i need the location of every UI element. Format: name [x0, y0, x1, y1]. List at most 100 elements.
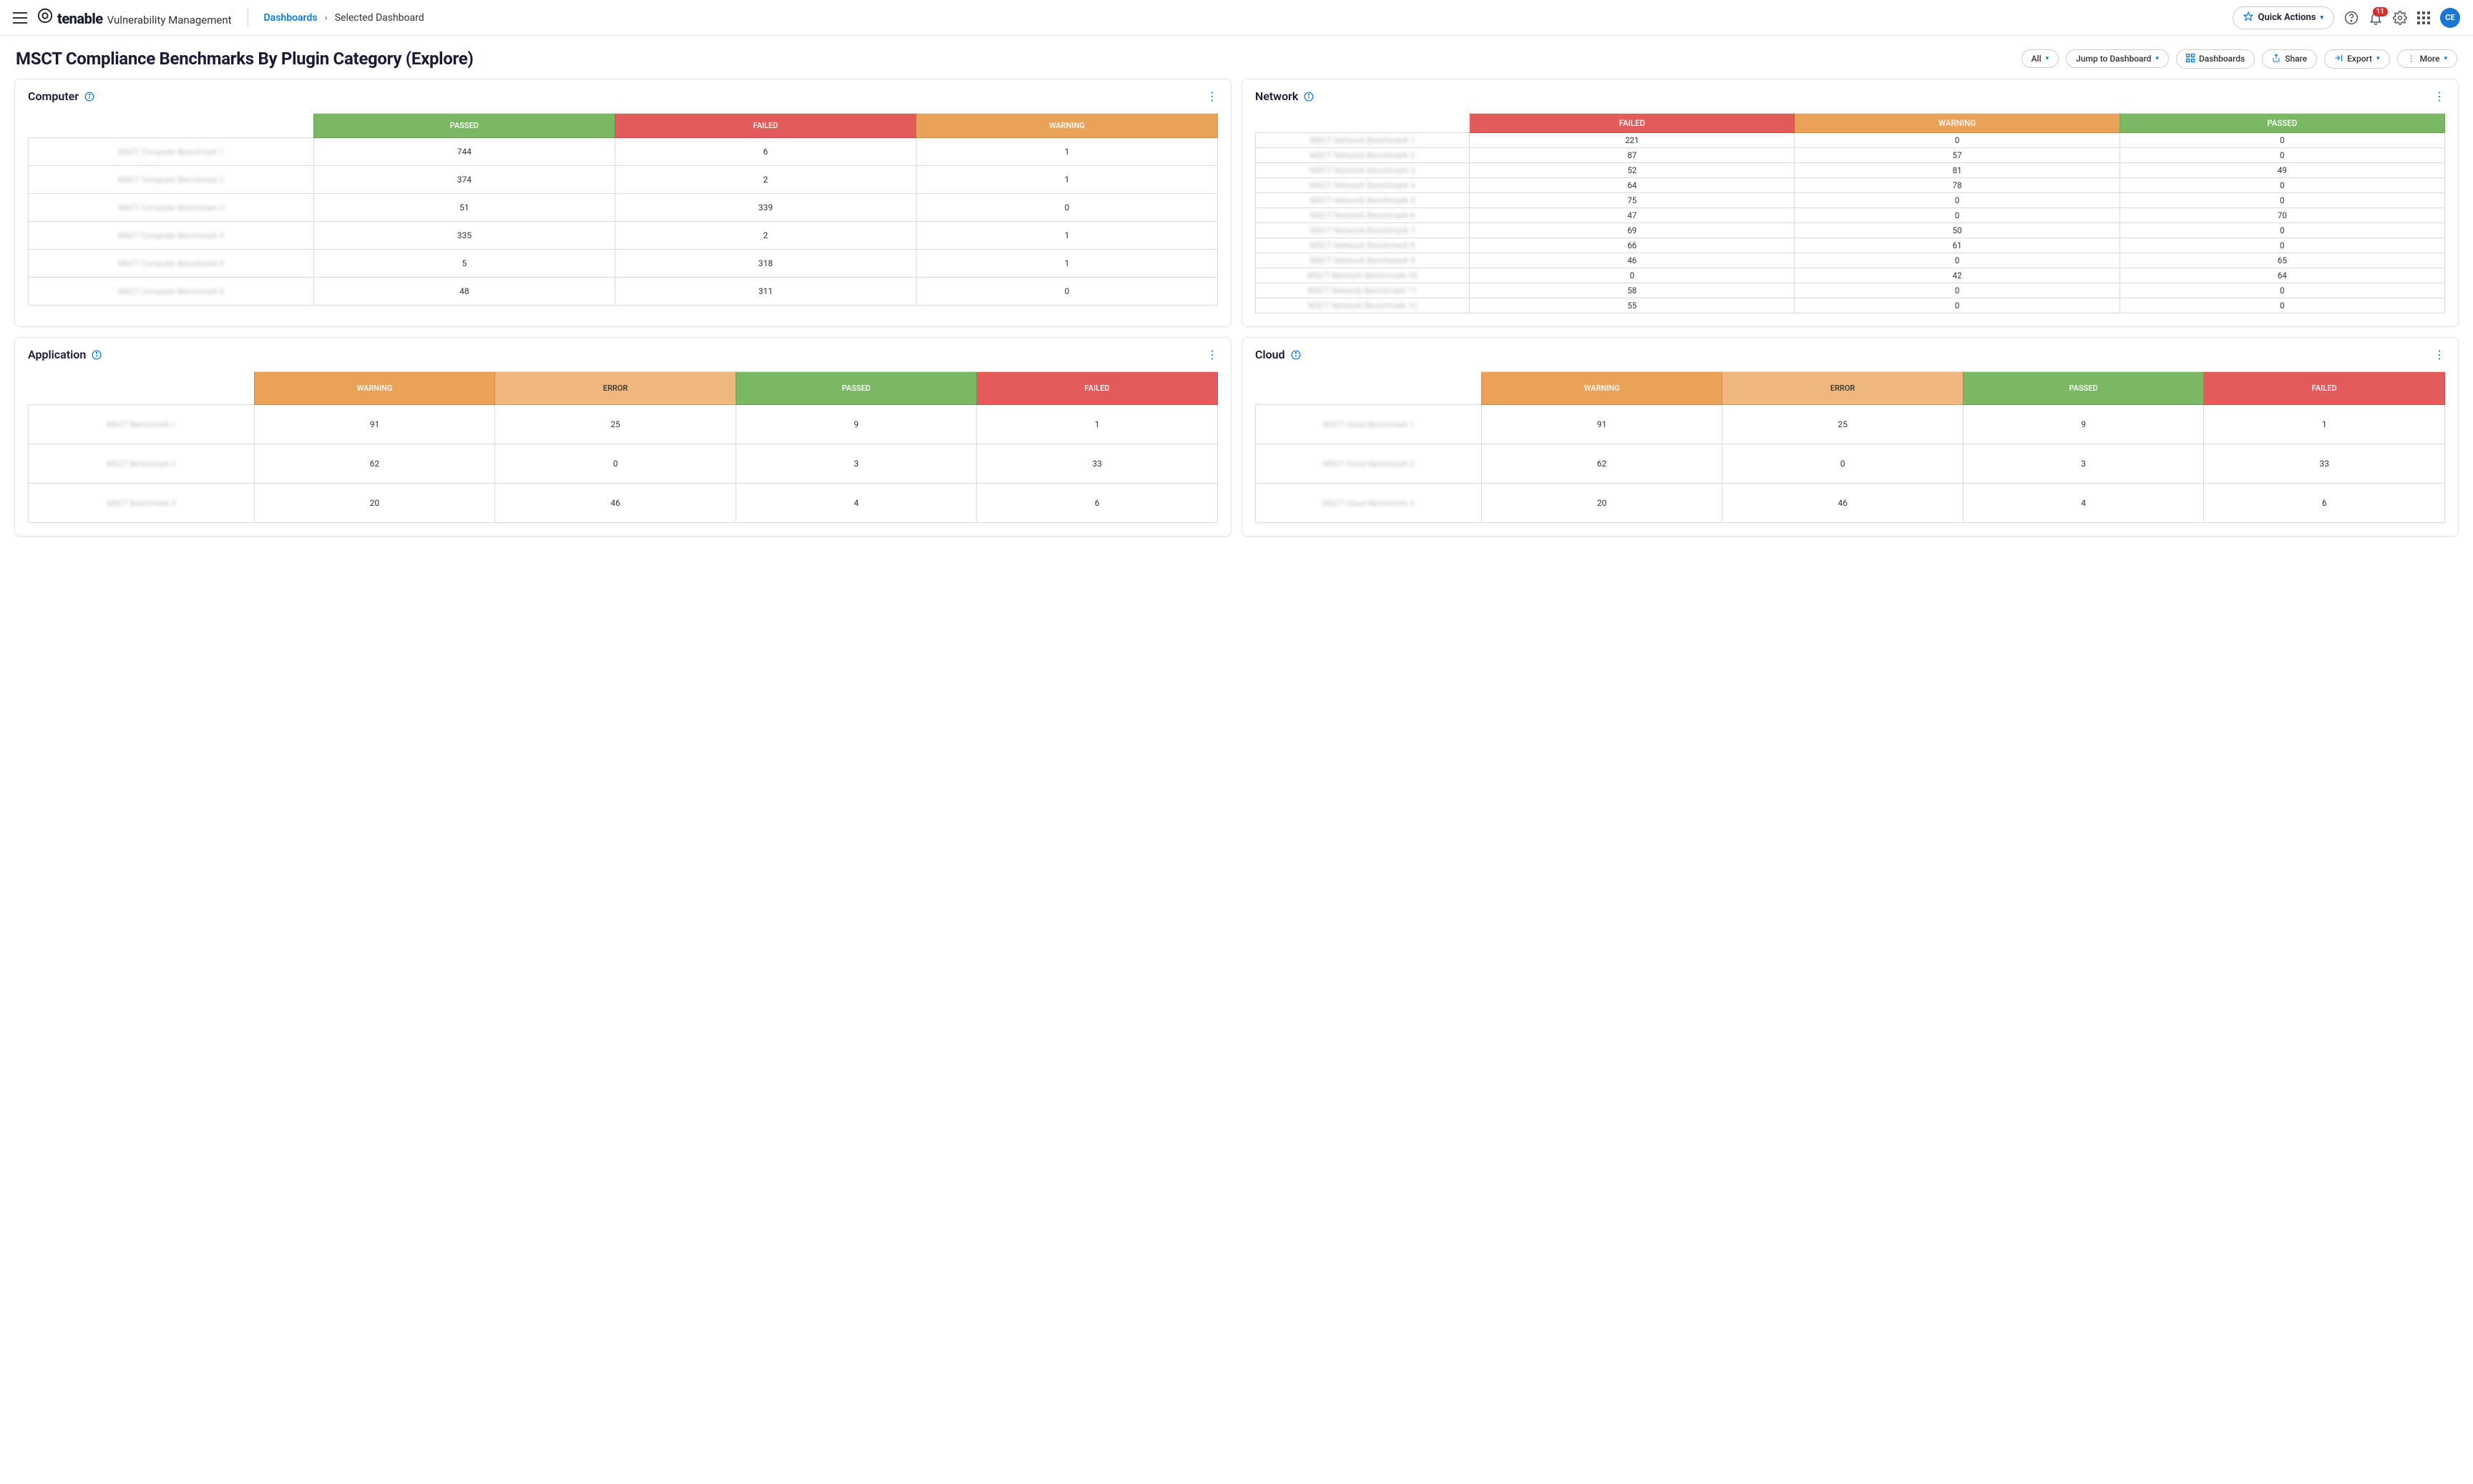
table-row: MSCT Cloud Benchmark 1912591	[1256, 405, 2445, 444]
widget-title: Application	[28, 348, 86, 361]
cell-failed: 33	[2204, 444, 2445, 484]
cell-failed: 318	[615, 250, 916, 278]
cell-passed: 48	[313, 278, 615, 306]
widgets-grid: Computer ⋮ PASSED FAILED WARNING MSCT Co…	[0, 79, 2473, 551]
application-table: WARNING ERROR PASSED FAILED MSCT Benchma…	[28, 371, 1218, 523]
row-label: MSCT Network Benchmark 8	[1256, 238, 1470, 253]
chevron-down-icon: ▾	[2320, 14, 2323, 21]
cell-passed: 49	[2120, 163, 2444, 178]
row-label: MSCT Cloud Benchmark 1	[1256, 405, 1482, 444]
cell-passed: 64	[2120, 268, 2444, 283]
settings-icon[interactable]	[2393, 11, 2407, 25]
cell-failed: 1	[977, 405, 1218, 444]
export-button[interactable]: Export ▾	[2324, 49, 2389, 69]
row-label: MSCT Network Benchmark 5	[1256, 193, 1470, 208]
cell-warning: 0	[1795, 133, 2120, 148]
cell-warning: 0	[1795, 193, 2120, 208]
cell-passed: 3	[736, 444, 977, 484]
more-button[interactable]: ⋮ More ▾	[2397, 49, 2457, 68]
apps-grid-icon[interactable]	[2417, 11, 2430, 24]
chevron-down-icon: ▾	[2046, 55, 2049, 62]
table-row: MSCT Network Benchmark 115800	[1256, 283, 2445, 298]
topbar-actions: Quick Actions ▾ 11 CE	[2233, 6, 2460, 29]
cell-passed: 65	[2120, 253, 2444, 268]
chevron-down-icon: ▾	[2376, 55, 2380, 62]
cell-warning: 91	[254, 405, 495, 444]
cell-failed: 6	[2204, 484, 2445, 523]
row-label: MSCT Benchmark 1	[29, 405, 255, 444]
cell-failed: 87	[1470, 148, 1795, 163]
cell-failed: 58	[1470, 283, 1795, 298]
computer-table: PASSED FAILED WARNING MSCT Computer Benc…	[28, 113, 1218, 306]
notifications-badge: 11	[2373, 7, 2388, 16]
cell-failed: 69	[1470, 223, 1795, 238]
hamburger-menu-icon[interactable]	[13, 12, 27, 24]
notifications-icon[interactable]: 11	[2369, 11, 2383, 25]
network-table: FAILED WARNING PASSED MSCT Network Bench…	[1255, 113, 2445, 313]
avatar[interactable]: CE	[2440, 8, 2460, 28]
row-label: MSCT Benchmark 3	[29, 484, 255, 523]
titlebar: MSCT Compliance Benchmarks By Plugin Cat…	[0, 36, 2473, 79]
cell-warning: 42	[1795, 268, 2120, 283]
table-row: MSCT Network Benchmark 287570	[1256, 148, 2445, 163]
breadcrumb-root[interactable]: Dashboards	[264, 12, 318, 24]
col-header-error: ERROR	[1722, 372, 1964, 405]
cell-warning: 0	[1795, 298, 2120, 313]
row-label: MSCT Network Benchmark 7	[1256, 223, 1470, 238]
cell-warning: 61	[1795, 238, 2120, 253]
cell-passed: 374	[313, 166, 615, 194]
row-label: MSCT Benchmark 2	[29, 444, 255, 484]
cell-failed: 221	[1470, 133, 1795, 148]
widget-title: Computer	[28, 89, 79, 103]
col-header-passed: PASSED	[736, 372, 977, 405]
cell-failed: 75	[1470, 193, 1795, 208]
col-header-warning: WARNING	[1795, 114, 2120, 133]
widget-title: Cloud	[1255, 348, 1285, 361]
info-icon[interactable]	[1291, 350, 1301, 360]
jump-to-dashboard-button[interactable]: Jump to Dashboard ▾	[2066, 49, 2169, 68]
filter-all-button[interactable]: All ▾	[2021, 49, 2059, 68]
cell-failed: 0	[1470, 268, 1795, 283]
cell-passed: 4	[736, 484, 977, 523]
col-header-warning: WARNING	[254, 372, 495, 405]
dashboards-button[interactable]: Dashboards	[2176, 49, 2255, 69]
widget-computer: Computer ⋮ PASSED FAILED WARNING MSCT Co…	[14, 79, 1231, 327]
info-icon[interactable]	[1304, 92, 1314, 102]
col-header-failed: FAILED	[615, 114, 916, 138]
cell-passed: 0	[2120, 178, 2444, 193]
info-icon[interactable]	[92, 350, 102, 360]
widget-more-icon[interactable]: ⋮	[2434, 89, 2445, 103]
quick-actions-button[interactable]: Quick Actions ▾	[2233, 6, 2334, 29]
cell-error: 46	[495, 484, 736, 523]
col-header-failed: FAILED	[1470, 114, 1795, 133]
widget-more-icon[interactable]: ⋮	[1206, 89, 1218, 103]
col-header-error: ERROR	[495, 372, 736, 405]
table-corner	[29, 372, 255, 405]
cell-error: 25	[1722, 405, 1964, 444]
widget-more-icon[interactable]: ⋮	[1206, 348, 1218, 361]
cell-failed: 47	[1470, 208, 1795, 223]
table-row: MSCT Network Benchmark 946065	[1256, 253, 2445, 268]
share-button[interactable]: Share	[2262, 49, 2317, 69]
help-icon[interactable]	[2344, 11, 2359, 25]
info-icon[interactable]	[84, 92, 94, 102]
table-row: MSCT Benchmark 3204646	[29, 484, 1218, 523]
col-header-warning: WARNING	[1481, 372, 1722, 405]
table-row: MSCT Benchmark 1912591	[29, 405, 1218, 444]
col-header-passed: PASSED	[313, 114, 615, 138]
widget-more-icon[interactable]: ⋮	[2434, 348, 2445, 361]
cell-warning: 1	[916, 250, 1217, 278]
cell-passed: 335	[313, 222, 615, 250]
topbar: tenable Vulnerability Management Dashboa…	[0, 0, 2473, 36]
table-corner	[29, 114, 314, 138]
cell-warning: 0	[916, 278, 1217, 306]
cell-passed: 0	[2120, 133, 2444, 148]
cloud-table: WARNING ERROR PASSED FAILED MSCT Cloud B…	[1255, 371, 2445, 523]
cell-warning: 20	[254, 484, 495, 523]
table-row: MSCT Network Benchmark 1004264	[1256, 268, 2445, 283]
dashboards-label: Dashboards	[2199, 54, 2245, 64]
cell-passed: 744	[313, 138, 615, 166]
cell-error: 46	[1722, 484, 1964, 523]
row-label: MSCT Computer Benchmark 2	[29, 166, 314, 194]
chevron-right-icon: ›	[324, 12, 327, 24]
